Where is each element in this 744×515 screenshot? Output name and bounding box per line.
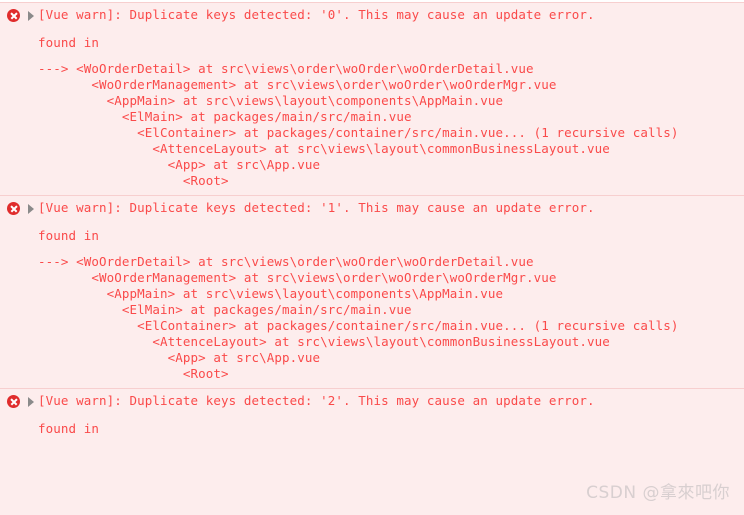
error-circle-x-icon xyxy=(7,9,20,22)
console-message-header[interactable]: [Vue warn]: Duplicate keys detected: '0'… xyxy=(0,3,744,27)
console-message-body: found in ---> <WoOrderDetail> at src\vie… xyxy=(0,220,744,388)
console-message-summary: [Vue warn]: Duplicate keys detected: '1'… xyxy=(38,200,595,215)
stack-trace-line: ---> <WoOrderDetail> at src\views\order\… xyxy=(38,254,534,269)
disclosure-triangle-right-icon[interactable] xyxy=(28,397,34,407)
devtools-console-panel[interactable]: [Vue warn]: Duplicate keys detected: '0'… xyxy=(0,0,744,515)
console-message-entry[interactable]: [Vue warn]: Duplicate keys detected: '2'… xyxy=(0,388,744,443)
disclosure-triangle-right-icon[interactable] xyxy=(28,11,34,21)
stack-trace-line: <WoOrderManagement> at src\views\order\w… xyxy=(38,270,557,285)
console-message-entry[interactable]: [Vue warn]: Duplicate keys detected: '0'… xyxy=(0,2,744,195)
stack-trace-line: <AppMain> at src\views\layout\components… xyxy=(38,93,504,108)
found-in-label: found in xyxy=(38,35,100,50)
console-message-header[interactable]: [Vue warn]: Duplicate keys detected: '2'… xyxy=(0,389,744,413)
console-message-summary: [Vue warn]: Duplicate keys detected: '0'… xyxy=(38,7,595,22)
stack-trace-line: <AttenceLayout> at src\views\layout\comm… xyxy=(38,334,610,349)
disclosure-triangle-right-icon[interactable] xyxy=(28,204,34,214)
stack-trace-line: <Root> xyxy=(38,366,229,381)
stack-trace-line: <AttenceLayout> at src\views\layout\comm… xyxy=(38,141,610,156)
stack-trace-line: <ElMain> at packages/main/src/main.vue xyxy=(38,302,412,317)
console-message-body: found in xyxy=(0,413,744,443)
csdn-watermark: CSDN @拿來吧你 xyxy=(586,483,730,503)
stack-trace-line: <ElContainer> at packages/container/src/… xyxy=(38,125,679,140)
stack-trace-line: <ElMain> at packages/main/src/main.vue xyxy=(38,109,412,124)
found-in-label: found in xyxy=(38,228,100,243)
found-in-label: found in xyxy=(38,421,100,436)
console-message-summary: [Vue warn]: Duplicate keys detected: '2'… xyxy=(38,393,595,408)
error-circle-x-icon xyxy=(7,395,20,408)
console-message-body: found in ---> <WoOrderDetail> at src\vie… xyxy=(0,27,744,195)
stack-trace-line: <ElContainer> at packages/container/src/… xyxy=(38,318,679,333)
stack-trace-line: ---> <WoOrderDetail> at src\views\order\… xyxy=(38,61,534,76)
stack-trace-line: <App> at src\App.vue xyxy=(38,350,321,365)
console-message-header[interactable]: [Vue warn]: Duplicate keys detected: '1'… xyxy=(0,196,744,220)
stack-trace-line: <AppMain> at src\views\layout\components… xyxy=(38,286,504,301)
stack-trace-line: <App> at src\App.vue xyxy=(38,157,321,172)
stack-trace-line: <Root> xyxy=(38,173,229,188)
error-circle-x-icon xyxy=(7,202,20,215)
console-message-entry[interactable]: [Vue warn]: Duplicate keys detected: '1'… xyxy=(0,195,744,388)
stack-trace-line: <WoOrderManagement> at src\views\order\w… xyxy=(38,77,557,92)
